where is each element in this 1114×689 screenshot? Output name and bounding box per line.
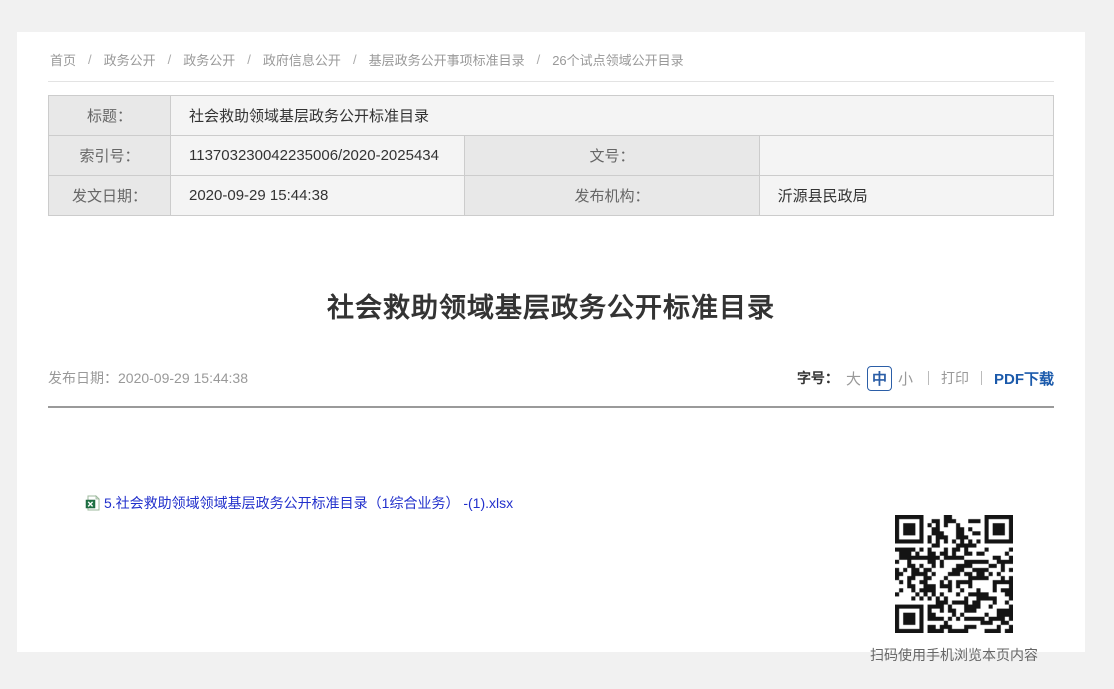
meta-agency-value: 沂源县民政局	[759, 176, 1053, 216]
article-meta-row: 发布日期：2020-09-29 15:44:38 字号： 大 中 小 打印 PD…	[48, 365, 1054, 391]
meta-docnum-value	[759, 136, 1053, 176]
meta-index-label: 索引号：	[49, 136, 171, 176]
meta-issue-date-label: 发文日期：	[49, 176, 171, 216]
article-body: 5.社会救助领域领域基层政务公开标准目录（1综合业务） -(1).xlsx 扫码…	[48, 408, 1054, 665]
breadcrumb-separator: /	[537, 52, 541, 67]
font-size-large-button[interactable]: 大	[846, 368, 861, 389]
table-row: 发文日期： 2020-09-29 15:44:38 发布机构： 沂源县民政局	[49, 176, 1054, 216]
qr-code	[895, 515, 1013, 633]
breadcrumb-item-zhengwu-2[interactable]: 政务公开	[183, 50, 235, 69]
font-size-medium-button[interactable]: 中	[867, 366, 892, 391]
separator	[928, 371, 929, 385]
pdf-download-button[interactable]: PDF下载	[994, 368, 1054, 389]
breadcrumb-divider	[48, 81, 1054, 82]
breadcrumb-separator: /	[353, 52, 357, 67]
breadcrumb-separator: /	[247, 52, 251, 67]
content-card: 首页 / 政务公开 / 政务公开 / 政府信息公开 / 基层政务公开事项标准目录…	[17, 32, 1085, 652]
breadcrumb-separator: /	[168, 52, 172, 67]
attachment-filename: 5.社会救助领域领域基层政务公开标准目录（1综合业务） -(1).xlsx	[104, 493, 513, 513]
breadcrumb-item-pilot-catalog[interactable]: 26个试点领域公开目录	[552, 50, 683, 69]
breadcrumb-item-zhengwu-1[interactable]: 政务公开	[104, 50, 156, 69]
qr-block: 扫码使用手机浏览本页内容	[854, 515, 1054, 665]
attachment-block: 5.社会救助领域领域基层政务公开标准目录（1综合业务） -(1).xlsx	[48, 493, 513, 516]
separator	[981, 371, 982, 385]
qr-caption: 扫码使用手机浏览本页内容	[854, 645, 1054, 665]
print-button[interactable]: 打印	[941, 368, 969, 388]
breadcrumb-item-gov-info[interactable]: 政府信息公开	[263, 50, 341, 69]
publish-date: 发布日期：2020-09-29 15:44:38	[48, 368, 248, 388]
meta-title-value: 社会救助领域基层政务公开标准目录	[171, 96, 1054, 136]
attachment-link[interactable]: 5.社会救助领域领域基层政务公开标准目录（1综合业务） -(1).xlsx	[85, 493, 513, 513]
breadcrumb-separator: /	[88, 52, 92, 67]
excel-file-icon	[85, 495, 101, 511]
meta-title-label: 标题：	[49, 96, 171, 136]
font-size-small-button[interactable]: 小	[898, 368, 913, 389]
breadcrumb-item-home[interactable]: 首页	[50, 50, 76, 69]
meta-index-value: 113703230042235006/2020-2025434	[171, 136, 465, 176]
document-meta-table: 标题： 社会救助领域基层政务公开标准目录 索引号： 11370323004223…	[48, 95, 1054, 216]
table-row: 索引号： 113703230042235006/2020-2025434 文号：	[49, 136, 1054, 176]
table-row: 标题： 社会救助领域基层政务公开标准目录	[49, 96, 1054, 136]
meta-docnum-label: 文号：	[465, 136, 759, 176]
page-title: 社会救助领域基层政务公开标准目录	[48, 286, 1054, 325]
breadcrumb: 首页 / 政务公开 / 政务公开 / 政府信息公开 / 基层政务公开事项标准目录…	[48, 32, 1054, 81]
meta-issue-date-value: 2020-09-29 15:44:38	[171, 176, 465, 216]
article-controls: 字号： 大 中 小 打印 PDF下载	[797, 366, 1054, 391]
font-size-label: 字号：	[797, 368, 839, 388]
breadcrumb-item-standard-catalog[interactable]: 基层政务公开事项标准目录	[369, 50, 525, 69]
meta-agency-label: 发布机构：	[465, 176, 759, 216]
